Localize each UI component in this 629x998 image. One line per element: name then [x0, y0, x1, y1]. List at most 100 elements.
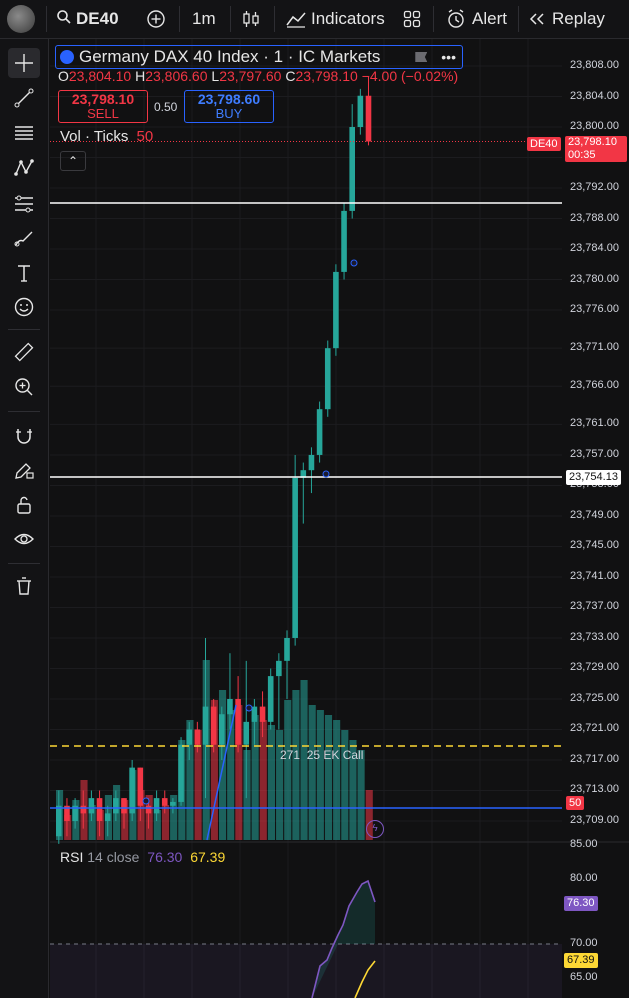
interval-button[interactable]: 1m — [192, 0, 216, 38]
buy-label: BUY — [215, 106, 243, 121]
rsi-tick-label: 85.00 — [570, 838, 598, 850]
symbol-legend[interactable]: Germany DAX 40 Index · 1 · IC Markets ••… — [55, 45, 463, 69]
volume-bar — [170, 795, 178, 840]
magnet-icon — [16, 429, 32, 444]
ohlc-values: O23,804.10 H23,806.60 L23,797.60 C23,798… — [58, 68, 458, 84]
marker-dot — [322, 470, 330, 478]
price-tick-label: 23,776.00 — [570, 303, 619, 316]
layout-button[interactable] — [403, 10, 421, 33]
app-logo[interactable] — [7, 5, 35, 33]
price-tick-label: 23,709.00 — [570, 814, 619, 826]
rsi-tick-label: 65.00 — [570, 971, 598, 983]
price-tick-label: 23,792.00 — [570, 181, 619, 194]
candles — [56, 76, 372, 844]
open-label: O — [58, 68, 69, 84]
lock-all-tool[interactable] — [8, 490, 40, 520]
rsi-legend[interactable]: RSI 14 close 76.30 67.39 — [60, 849, 225, 865]
magnet-tool[interactable] — [8, 421, 40, 451]
price-tick-label: 23,717.00 — [570, 752, 619, 765]
marker-dot — [245, 704, 253, 712]
text-tool[interactable] — [8, 258, 40, 288]
price-tick-label: 23,804.00 — [570, 89, 619, 102]
high-label: H — [135, 68, 146, 84]
replay-button[interactable]: Replay — [528, 0, 605, 38]
close-label: C — [285, 68, 296, 84]
candle-body — [178, 744, 184, 802]
volume-legend[interactable]: Vol · Ticks 50 — [60, 128, 153, 145]
zoom-in-icon — [15, 378, 33, 396]
candle-body — [267, 676, 274, 722]
spread-value: 0.50 — [154, 100, 178, 114]
alert-label: Alert — [472, 9, 507, 28]
candle-body — [357, 95, 364, 128]
rsi-value-tag: 76.30 — [564, 896, 598, 911]
current-tag-time: 00:35 — [568, 149, 596, 161]
symbol-search[interactable]: DE40 — [56, 0, 119, 38]
collapse-legend-button[interactable]: ⌃ — [60, 151, 86, 171]
toolbar-divider — [8, 563, 40, 564]
high-value: 23,806.60 — [145, 68, 208, 84]
hide-drawings-tool[interactable] — [8, 524, 40, 554]
rsi-tick-label: 80.00 — [570, 872, 598, 884]
sell-button[interactable]: 23,798.10 SELL — [58, 90, 148, 123]
trendline-icon — [14, 88, 34, 108]
rsi-params: 14 close — [87, 849, 140, 865]
alert-button[interactable]: Alert — [446, 0, 507, 38]
candle-body — [219, 714, 225, 745]
volume-value: 50 — [136, 128, 154, 145]
pattern-icon — [14, 159, 34, 176]
pattern-tool[interactable] — [8, 153, 40, 183]
rsi-pane — [50, 879, 562, 998]
rsi-tick-label: 70.00 — [570, 937, 598, 949]
price-tick-label: 23,800.00 — [570, 120, 619, 132]
candle-body — [104, 813, 111, 821]
candle-body — [194, 729, 201, 745]
candle-body — [251, 706, 258, 722]
remove-drawings-tool[interactable] — [8, 571, 40, 601]
trendline-tool[interactable] — [8, 83, 40, 113]
zoom-tool[interactable] — [8, 372, 40, 402]
candle-body — [308, 454, 315, 471]
volume-value-tag: 50 — [566, 796, 585, 810]
candle-body — [292, 477, 298, 638]
candle-body — [276, 660, 282, 677]
candle-body — [316, 409, 323, 455]
hline-price-tag: 23,754.13 — [566, 470, 621, 485]
compare-button[interactable] — [146, 9, 166, 34]
toolbar-divider — [8, 329, 40, 330]
volume-bar — [292, 690, 300, 840]
candle-body — [349, 127, 355, 211]
indicators-button[interactable]: Indicators — [285, 0, 385, 38]
more-icon[interactable]: ••• — [441, 49, 456, 65]
emoji-tool[interactable] — [8, 292, 40, 322]
plus-circle-icon — [147, 10, 165, 28]
rsi-ma-tag: 67.39 — [564, 953, 598, 968]
lightning-icon[interactable]: ϟ — [366, 820, 384, 838]
buy-button[interactable]: 23,798.60 BUY — [184, 90, 274, 123]
brush-tool[interactable] — [8, 223, 40, 253]
fib-tool[interactable] — [8, 118, 40, 148]
flag-icon[interactable] — [415, 52, 428, 62]
volume-bar — [267, 725, 275, 840]
candle-body — [324, 348, 331, 410]
crosshair-tool[interactable] — [8, 48, 40, 78]
price-tick-label: 23,766.00 — [570, 379, 619, 392]
volume-bar — [357, 750, 365, 840]
volume-bar — [202, 660, 210, 840]
candle-body — [56, 805, 62, 837]
candle-body — [170, 801, 176, 806]
forecast-tool[interactable] — [8, 188, 40, 218]
candle-body — [80, 805, 87, 814]
price-tick-label: 23,771.00 — [570, 341, 619, 354]
rsi-label: RSI — [60, 849, 84, 865]
measure-tool[interactable] — [8, 337, 40, 367]
price-tick-label: 23,780.00 — [570, 272, 619, 285]
candle-body — [210, 706, 217, 745]
chart-annotation: 271 25 EK Call — [280, 748, 364, 762]
current-price-box: 23,798.10 00:35 — [565, 136, 627, 162]
chart-type-button[interactable] — [241, 9, 261, 34]
volume-bar — [161, 805, 170, 840]
rsi-value: 76.30 — [147, 849, 183, 865]
marker-dot — [350, 259, 358, 267]
lock-drawing-tool[interactable] — [8, 455, 40, 485]
